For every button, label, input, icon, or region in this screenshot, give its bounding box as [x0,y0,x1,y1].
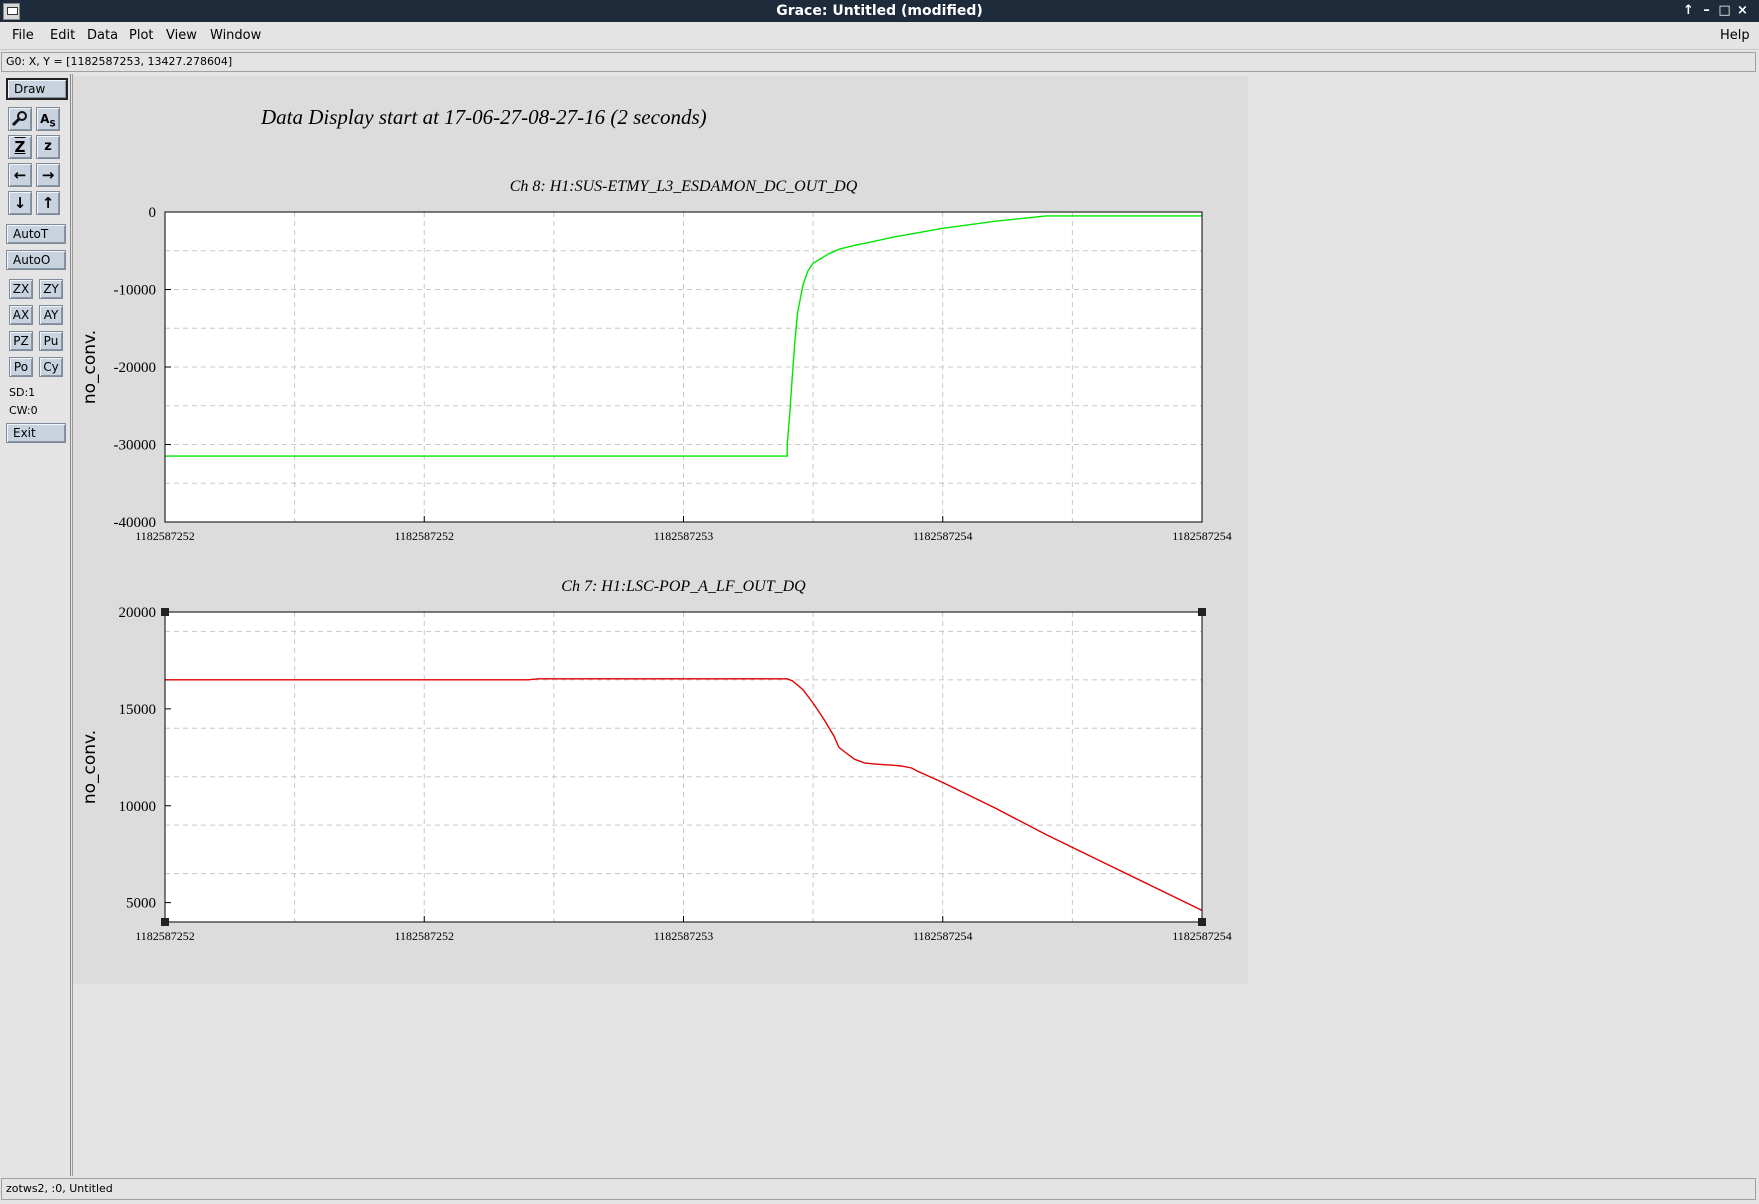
selection-handle[interactable] [1198,608,1206,616]
po-button[interactable]: Po [9,357,33,377]
graph-0[interactable]: 1182587252 1182587252 1182587253 1182587254… [80,178,1232,543]
current-world-label: CW:0 [9,404,38,417]
x-tick-label: 1182587252 [394,929,454,943]
text-style-button[interactable]: AS [36,107,60,131]
text-style-icon: AS [40,112,56,130]
zx-button[interactable]: ZX [9,279,33,299]
graph-1[interactable]: 1182587252 1182587252 1182587253 1182587254… [80,578,1232,943]
ay-button[interactable]: AY [39,305,63,325]
y-tick-label: -30000 [114,438,157,454]
selection-handle[interactable] [161,918,169,926]
exit-button[interactable]: Exit [6,423,66,443]
status-bar: zotws2, :0, Untitled [1,1178,1756,1200]
y-axis-label: no_conv. [80,330,100,404]
x-tick-label: 1182587252 [394,529,454,543]
x-tick-label: 1182587254 [913,929,973,943]
x-tick-label: 1182587254 [1172,529,1232,543]
window-title: Grace: Untitled (modified) [776,3,983,19]
graph-title: Ch 7: H1:LSC-POP_A_LF_OUT_DQ [561,578,806,595]
x-tick-label: 1182587252 [135,929,195,943]
plot-canvas[interactable]: Data Display start at 17-06-27-08-27-16 … [73,76,1248,984]
y-axis-label: no_conv. [80,730,100,804]
x-tick-label: 1182587254 [913,529,973,543]
autoscale-zoom-icon: Z [14,138,26,156]
y-tick-label: -20000 [114,360,157,376]
y-tick-label: 5000 [126,896,156,912]
autot-button[interactable]: AutoT [6,224,66,244]
y-tick-label: -40000 [114,515,157,531]
selection-handle[interactable] [1198,918,1206,926]
autoscale-zoom-button[interactable]: Z [8,135,32,159]
menu-data[interactable]: Data [87,28,118,43]
x-tick-label: 1182587252 [135,529,195,543]
autoo-button[interactable]: AutoO [6,250,66,270]
arrow-down-icon: ↓ [13,194,27,212]
ax-button[interactable]: AX [9,305,33,325]
scroll-right-button[interactable]: → [36,163,60,187]
x-tick-label: 1182587253 [654,529,714,543]
menu-file[interactable]: File [12,28,34,43]
arrow-left-icon: ← [13,166,27,184]
y-tick-label: -10000 [114,283,157,299]
y-tick-label: 0 [149,205,157,221]
cy-button[interactable]: Cy [39,357,63,377]
zy-button[interactable]: ZY [39,279,63,299]
y-tick-label: 10000 [119,799,157,815]
graph-title: Ch 8: H1:SUS-ETMY_L3_ESDAMON_DC_OUT_DQ [510,178,858,195]
maximize-window-icon[interactable]: □ [1716,2,1733,19]
zoom-button[interactable] [8,107,32,131]
autoscale-z-icon: z [44,139,52,154]
x-tick-label: 1182587254 [1172,929,1232,943]
canvas-area[interactable]: Data Display start at 17-06-27-08-27-16 … [72,74,1758,1176]
locator-bar: G0: X, Y = [1182587253, 13427.278604] [1,52,1756,72]
graph-page[interactable]: Data Display start at 17-06-27-08-27-16 … [73,76,1248,984]
close-window-icon[interactable]: × [1734,2,1751,19]
pz-button[interactable]: PZ [9,331,33,351]
pu-button[interactable]: Pu [39,331,63,351]
menubar: File Edit Data Plot View Window Help [0,22,1759,50]
tool-panel: Draw AS Z z ← → ↓ ↑ AutoT AutoO ZX ZY AX… [1,74,71,1176]
selection-handle[interactable] [161,608,169,616]
autoscale-z-button[interactable]: z [36,135,60,159]
zoom-icon [11,111,27,127]
menu-plot[interactable]: Plot [129,28,154,43]
stack-depth-label: SD:1 [9,386,36,399]
arrow-right-icon: → [41,166,55,184]
window-title-bar: Grace: Untitled (modified) ↑ – □ × [0,0,1759,22]
menu-help[interactable]: Help [1720,28,1750,43]
x-tick-label: 1182587253 [654,929,714,943]
minimize-window-icon[interactable]: – [1698,2,1715,19]
scroll-down-button[interactable]: ↓ [8,191,32,215]
y-tick-label: 15000 [119,702,157,718]
raise-window-icon[interactable]: ↑ [1680,2,1697,19]
menu-edit[interactable]: Edit [50,28,75,43]
menu-window[interactable]: Window [210,28,261,43]
scroll-up-button[interactable]: ↑ [36,191,60,215]
menu-view[interactable]: View [166,28,197,43]
draw-button[interactable]: Draw [6,78,68,100]
arrow-up-icon: ↑ [41,194,55,212]
scroll-left-button[interactable]: ← [8,163,32,187]
y-tick-label: 20000 [119,605,157,621]
page-title: Data Display start at 17-06-27-08-27-16 … [260,105,707,129]
